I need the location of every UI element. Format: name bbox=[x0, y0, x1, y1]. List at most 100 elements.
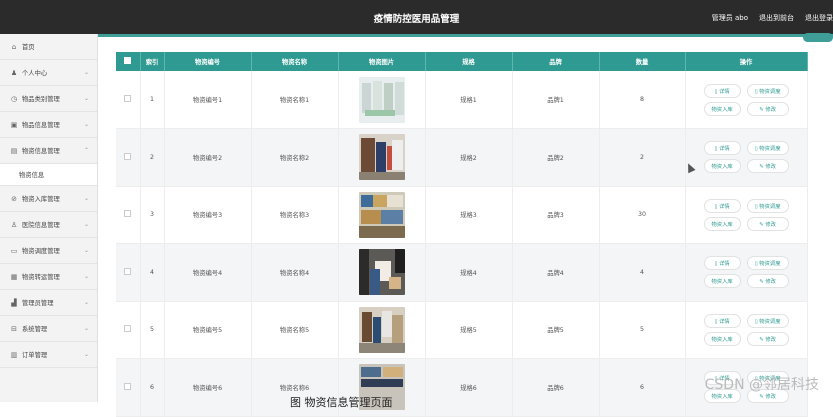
sidebar-item[interactable]: ⌂ 首页 bbox=[0, 34, 97, 60]
col-code: 物资编号 bbox=[164, 52, 252, 71]
row-checkbox[interactable] bbox=[116, 358, 141, 417]
table-row: 6 物资编号6 物资名称6 规格6 品牌6 6 ▯ 详情 ▯ 物资调度 物资入库 ✎ 修改 bbox=[116, 358, 808, 417]
sidebar-item[interactable]: ⊘ 物资入库管理 ⌄ bbox=[0, 186, 97, 212]
row-checkbox[interactable] bbox=[116, 243, 141, 302]
cell-qty: 2 bbox=[599, 128, 686, 187]
dispatch-button[interactable]: ▯ 物资调度 bbox=[746, 83, 789, 98]
cell-qty: 5 bbox=[599, 301, 686, 359]
material-photo bbox=[358, 76, 405, 123]
sidebar-item[interactable]: ♙ 医院信息管理 ⌄ bbox=[0, 212, 97, 238]
cell-spec: 规格3 bbox=[425, 186, 513, 244]
col-actions: 操作 bbox=[685, 52, 808, 71]
col-brand: 品牌 bbox=[512, 52, 600, 71]
chart-icon: ▟ bbox=[11, 298, 17, 307]
cell-qty: 30 bbox=[599, 186, 686, 244]
sidebar-item[interactable]: ▟ 管理员管理 ⌄ bbox=[0, 290, 97, 316]
row-checkbox[interactable] bbox=[116, 71, 141, 129]
table-row: 5 物资编号5 物资名称5 规格5 品牌5 5 ▯ 详情 ▯ 物资调度 物资入库 ✎ 修改 bbox=[116, 301, 808, 359]
edit-button[interactable]: ✎ 修改 bbox=[746, 216, 789, 231]
sidebar-item[interactable]: ⊟ 系统管理 ⌄ bbox=[0, 316, 97, 342]
grid-icon: ▦ bbox=[10, 272, 18, 281]
chevron-icon: ⌄ bbox=[83, 247, 89, 254]
sidebar-item-label: 订单管理 bbox=[22, 352, 48, 359]
detail-button[interactable]: ▯ 详情 bbox=[703, 141, 741, 156]
col-index: 索引 bbox=[140, 52, 165, 71]
sidebar-item-label: 物资信息管理 bbox=[22, 148, 60, 155]
chevron-icon: ⌄ bbox=[83, 69, 89, 76]
cell-index: 1 bbox=[140, 71, 165, 129]
cell-index: 3 bbox=[140, 186, 165, 244]
detail-button[interactable]: ▯ 详情 bbox=[703, 256, 741, 271]
row-checkbox[interactable] bbox=[116, 301, 141, 359]
dispatch-button[interactable]: ▯ 物资调度 bbox=[746, 141, 789, 156]
cell-image bbox=[338, 301, 426, 359]
chevron-icon: ⌄ bbox=[83, 273, 89, 280]
edit-button[interactable]: ✎ 修改 bbox=[746, 331, 789, 346]
material-photo bbox=[358, 249, 405, 296]
chevron-icon: ⌄ bbox=[83, 325, 89, 332]
logout-link[interactable]: 退出登录 bbox=[805, 13, 833, 23]
edit-button[interactable]: ✎ 修改 bbox=[746, 159, 789, 174]
edit-button[interactable]: ✎ 修改 bbox=[746, 101, 789, 116]
sidebar-item[interactable]: ▭ 物资调度管理 ⌄ bbox=[0, 238, 97, 264]
cell-name: 物资名称2 bbox=[251, 128, 339, 187]
sidebar-item-label: 个人中心 bbox=[22, 70, 48, 77]
sidebar-item-label: 物品信息管理 bbox=[22, 122, 60, 129]
row-checkbox[interactable] bbox=[116, 186, 141, 244]
chevron-icon: ⌄ bbox=[83, 299, 89, 306]
detail-button[interactable]: ▯ 详情 bbox=[703, 313, 741, 328]
figure-caption: 图 物资信息管理页面 bbox=[290, 396, 393, 409]
dispatch-button[interactable]: ▯ 物资调度 bbox=[746, 256, 789, 271]
back-to-front-link[interactable]: 退出到前台 bbox=[759, 13, 794, 23]
material-photo bbox=[358, 306, 405, 353]
materials-table: 索引 物资编号 物资名称 物资图片 规格 品牌 数量 操作 1 物资编号1 物资名称… bbox=[116, 52, 808, 417]
stock-in-button[interactable]: 物资入库 bbox=[703, 101, 741, 116]
cell-actions: ▯ 详情 ▯ 物资调度 物资入库 ✎ 修改 bbox=[685, 301, 808, 359]
detail-button[interactable]: ▯ 详情 bbox=[703, 83, 741, 98]
cell-index: 4 bbox=[140, 243, 165, 302]
dispatch-button[interactable]: ▯ 物资调度 bbox=[746, 313, 789, 328]
sidebar-item[interactable]: ▦ 物资转运管理 ⌄ bbox=[0, 264, 97, 290]
col-spec: 规格 bbox=[425, 52, 513, 71]
cell-brand: 品牌1 bbox=[512, 71, 600, 129]
cell-image bbox=[338, 243, 426, 302]
cell-name: 物资名称1 bbox=[251, 71, 339, 129]
cell-image bbox=[338, 128, 426, 187]
cell-qty: 4 bbox=[599, 243, 686, 302]
sidebar-item-label: 物资转运管理 bbox=[22, 274, 60, 281]
table-header: 索引 物资编号 物资名称 物资图片 规格 品牌 数量 操作 bbox=[116, 52, 808, 71]
cell-actions: ▯ 详情 ▯ 物资调度 物资入库 ✎ 修改 bbox=[685, 243, 808, 302]
cell-code: 物资编号6 bbox=[164, 358, 252, 417]
stock-in-button[interactable]: 物资入库 bbox=[703, 331, 741, 346]
sidebar-item[interactable]: ▥ 订单管理 ⌄ bbox=[0, 342, 97, 368]
select-all-checkbox[interactable] bbox=[116, 52, 141, 71]
row-checkbox[interactable] bbox=[116, 128, 141, 187]
chevron-icon: ⌃ bbox=[83, 147, 89, 154]
dispatch-button[interactable]: ▯ 物资调度 bbox=[746, 198, 789, 213]
cell-index: 6 bbox=[140, 358, 165, 417]
edit-button[interactable]: ✎ 修改 bbox=[746, 274, 789, 289]
cell-spec: 规格4 bbox=[425, 243, 513, 302]
sidebar: ⌂ 首页 ♟ 个人中心 ⌄ ◷ 物品类别管理 ⌄ ▣ 物品信息管理 ⌄ ▤ 物资信息管理 ⌃ 物资信息 ⊘ 物资… bbox=[0, 34, 98, 402]
stock-in-button[interactable]: 物资入库 bbox=[703, 216, 741, 231]
sidebar-item-label: 首页 bbox=[22, 44, 35, 51]
cell-brand: 品牌3 bbox=[512, 186, 600, 244]
stock-in-button[interactable]: 物资入库 bbox=[703, 159, 741, 174]
cell-qty: 8 bbox=[599, 71, 686, 129]
sidebar-item-label: 物资入库管理 bbox=[22, 196, 60, 203]
sidebar-item[interactable]: ▤ 物资信息管理 ⌃ bbox=[0, 138, 97, 164]
sidebar-item-label: 医院信息管理 bbox=[22, 222, 60, 229]
admin-label: 管理员 abo bbox=[711, 14, 748, 22]
sidebar-subitem[interactable]: 物资信息 bbox=[0, 164, 97, 186]
detail-button[interactable]: ▯ 详情 bbox=[703, 198, 741, 213]
stock-in-button[interactable]: 物资入库 bbox=[703, 274, 741, 289]
table-row: 1 物资编号1 物资名称1 规格1 品牌1 8 ▯ 详情 ▯ 物资调度 物资入库 ✎ 修改 bbox=[116, 71, 808, 129]
cell-name: 物资名称3 bbox=[251, 186, 339, 244]
top-bar: 疫情防控医用品管理 管理员 abo 退出到前台 退出登录 bbox=[0, 0, 833, 34]
sidebar-item-label: 管理员管理 bbox=[22, 300, 54, 307]
cell-index: 2 bbox=[140, 128, 165, 187]
sidebar-item[interactable]: ◷ 物品类别管理 ⌄ bbox=[0, 86, 97, 112]
cell-spec: 规格2 bbox=[425, 128, 513, 187]
sidebar-item[interactable]: ▣ 物品信息管理 ⌄ bbox=[0, 112, 97, 138]
sidebar-item[interactable]: ♟ 个人中心 ⌄ bbox=[0, 60, 97, 86]
